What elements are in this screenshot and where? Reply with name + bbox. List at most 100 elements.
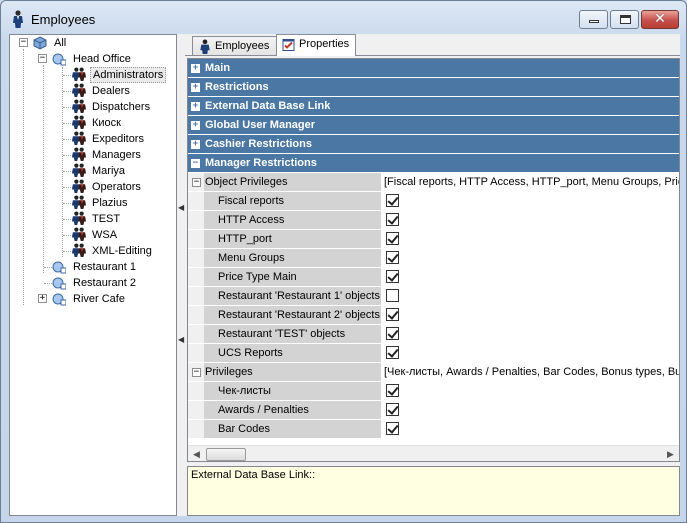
expand-icon[interactable]: +: [191, 140, 200, 149]
checkbox[interactable]: [386, 194, 399, 207]
property-row[interactable]: Bar Codes: [188, 420, 679, 439]
horizontal-scrollbar[interactable]: ◀ ▶: [188, 445, 679, 461]
tab-label: Employees: [215, 40, 270, 52]
expand-icon[interactable]: +: [38, 294, 47, 303]
property-value[interactable]: [382, 230, 679, 248]
property-value[interactable]: [382, 268, 679, 286]
tree-node-wsa[interactable]: WSA: [10, 227, 176, 243]
indent-strip: [188, 401, 204, 419]
indent-strip: [188, 420, 204, 438]
checkbox[interactable]: [386, 232, 399, 245]
property-row[interactable]: Чек-листы: [188, 382, 679, 401]
tree-node-river-cafe[interactable]: + River Cafe: [10, 291, 176, 307]
tree-node-plazius[interactable]: Plazius: [10, 195, 176, 211]
checkbox[interactable]: [386, 346, 399, 359]
property-value[interactable]: [382, 420, 679, 438]
user-group-icon: [72, 195, 86, 209]
property-label: Чек-листы: [188, 382, 381, 400]
panel-splitter[interactable]: ◀ ◀: [177, 34, 185, 516]
tree-node-administrators[interactable]: Administrators: [10, 67, 176, 83]
checkbox[interactable]: [386, 422, 399, 435]
collapse-left-icon[interactable]: ◀: [178, 202, 184, 214]
category-cashier-restrictions[interactable]: + Cashier Restrictions: [188, 135, 679, 154]
scroll-thumb[interactable]: [206, 448, 246, 461]
property-row[interactable]: HTTP Access: [188, 211, 679, 230]
tree-node-expeditors[interactable]: Expeditors: [10, 131, 176, 147]
property-value[interactable]: [382, 325, 679, 343]
property-row[interactable]: Fiscal reports: [188, 192, 679, 211]
group-privileges[interactable]: − Privileges [Чек-листы, Awards / Penalt…: [188, 363, 679, 382]
tree-node-operators[interactable]: Operators: [10, 179, 176, 195]
property-row[interactable]: Restaurant 'Restaurant 1' objects: [188, 287, 679, 306]
tree-node-restaurant-1[interactable]: Restaurant 1: [10, 259, 176, 275]
expand-icon[interactable]: +: [191, 121, 200, 130]
tree-node-mariya[interactable]: Mariya: [10, 163, 176, 179]
property-value[interactable]: [382, 306, 679, 324]
category-restrictions[interactable]: + Restrictions: [188, 78, 679, 97]
category-label: Manager Restrictions: [205, 157, 317, 169]
scroll-left-icon[interactable]: ◀: [188, 446, 205, 461]
property-grid[interactable]: + Main + Restrictions + External Data Base …: [187, 58, 680, 462]
property-row[interactable]: Price Type Main: [188, 268, 679, 287]
person-icon: [13, 10, 23, 28]
maximize-button[interactable]: [610, 10, 639, 29]
checkbox[interactable]: [386, 270, 399, 283]
checkbox[interactable]: [386, 327, 399, 340]
expand-icon[interactable]: +: [191, 83, 200, 92]
property-label: Restaurant 'Restaurant 1' objects: [188, 287, 381, 305]
collapse-icon[interactable]: −: [19, 38, 28, 47]
property-row[interactable]: Awards / Penalties: [188, 401, 679, 420]
property-value[interactable]: [382, 287, 679, 305]
property-label: Restaurant 'TEST' objects: [188, 325, 381, 343]
close-button[interactable]: ✕: [641, 10, 679, 29]
property-name: Restaurant 'Restaurant 2' objects: [218, 309, 380, 321]
category-manager-restrictions[interactable]: − Manager Restrictions: [188, 154, 679, 173]
property-value[interactable]: [382, 382, 679, 400]
checkbox[interactable]: [386, 251, 399, 264]
checkbox[interactable]: [386, 384, 399, 397]
tree-node-kiosk[interactable]: Киоск: [10, 115, 176, 131]
checkbox[interactable]: [386, 289, 399, 302]
category-global-user-manager[interactable]: + Global User Manager: [188, 116, 679, 135]
property-value[interactable]: [382, 401, 679, 419]
checkbox[interactable]: [386, 308, 399, 321]
property-row[interactable]: HTTP_port: [188, 230, 679, 249]
scroll-right-icon[interactable]: ▶: [662, 446, 679, 461]
category-main[interactable]: + Main: [188, 59, 679, 78]
property-value[interactable]: [382, 211, 679, 229]
checkbox[interactable]: [386, 213, 399, 226]
checkbox[interactable]: [386, 403, 399, 416]
category-label: Main: [205, 62, 231, 74]
property-row[interactable]: Restaurant 'Restaurant 2' objects: [188, 306, 679, 325]
employee-group-tree[interactable]: − All − Head Office Administrators Deale…: [9, 34, 177, 516]
expand-icon[interactable]: +: [191, 64, 200, 73]
collapse-left-icon[interactable]: ◀: [178, 334, 184, 346]
tree-node-test[interactable]: TEST: [10, 211, 176, 227]
expand-icon[interactable]: +: [191, 102, 200, 111]
group-icon: [33, 36, 47, 50]
category-external-db-link[interactable]: + External Data Base Link: [188, 97, 679, 116]
property-row[interactable]: UCS Reports: [188, 344, 679, 363]
minimize-button[interactable]: [579, 10, 608, 29]
collapse-icon[interactable]: −: [192, 368, 201, 377]
tree-node-dealers[interactable]: Dealers: [10, 83, 176, 99]
collapse-icon[interactable]: −: [191, 159, 200, 168]
tree-node-dispatchers[interactable]: Dispatchers: [10, 99, 176, 115]
property-value[interactable]: [382, 344, 679, 362]
tree-node-restaurant-2[interactable]: Restaurant 2: [10, 275, 176, 291]
tree-node-xml-editing[interactable]: XML-Editing: [10, 243, 176, 259]
property-value[interactable]: [382, 192, 679, 210]
title-bar[interactable]: Employees ✕: [1, 1, 686, 35]
tree-node-managers[interactable]: Managers: [10, 147, 176, 163]
tree-label: Mariya: [92, 165, 126, 177]
tab-properties[interactable]: Properties: [276, 34, 356, 56]
group-object-privileges[interactable]: − Object Privileges [Fiscal reports, HTT…: [188, 173, 679, 192]
tree-node-all[interactable]: − All: [10, 35, 176, 51]
collapse-icon[interactable]: −: [38, 54, 47, 63]
tree-node-head-office[interactable]: − Head Office: [10, 51, 176, 67]
tab-employees[interactable]: Employees: [192, 36, 277, 56]
collapse-icon[interactable]: −: [192, 178, 201, 187]
property-row[interactable]: Menu Groups: [188, 249, 679, 268]
property-value[interactable]: [382, 249, 679, 267]
property-row[interactable]: Restaurant 'TEST' objects: [188, 325, 679, 344]
